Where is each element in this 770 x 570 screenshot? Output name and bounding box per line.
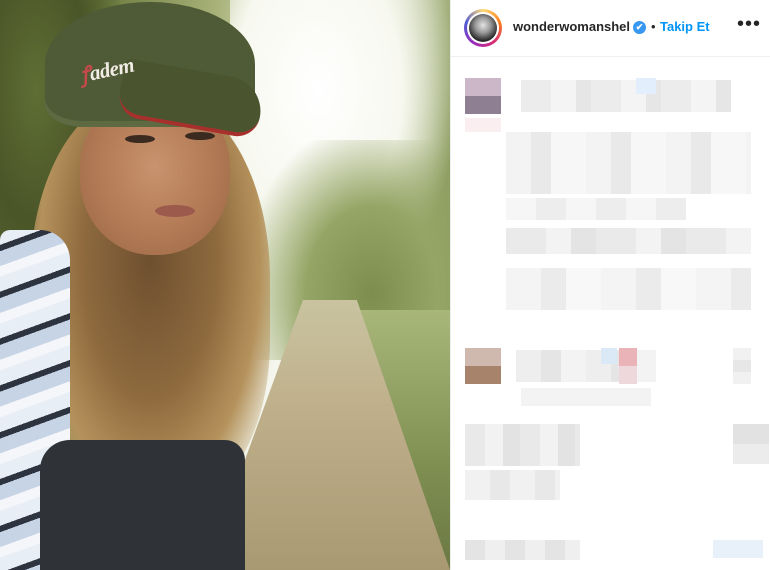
blurred-block xyxy=(619,348,637,366)
photo-shirt xyxy=(40,440,245,570)
follow-button[interactable]: Takip Et xyxy=(660,19,710,34)
separator-dot: • xyxy=(651,19,656,34)
blurred-comment-text xyxy=(506,198,686,220)
username-link[interactable]: wonderwomanshel xyxy=(513,19,630,34)
blurred-block xyxy=(601,348,617,364)
blurred-block xyxy=(713,540,763,558)
more-options-icon[interactable]: ••• xyxy=(737,13,761,36)
blurred-block xyxy=(733,424,769,464)
post-photo[interactable]: ꝭadem xyxy=(0,0,450,570)
blurred-comment-text xyxy=(506,132,751,194)
avatar-inner xyxy=(467,12,499,44)
photo-eye-right xyxy=(185,132,215,140)
blurred-block xyxy=(636,78,656,94)
comment-avatar[interactable] xyxy=(465,78,501,114)
verified-badge-icon: ✔ xyxy=(633,21,646,34)
blurred-comment-text xyxy=(506,268,751,310)
comment-avatar[interactable] xyxy=(465,348,501,384)
blurred-block xyxy=(733,348,751,384)
blurred-block xyxy=(465,118,501,132)
photo-lips xyxy=(155,205,195,217)
blurred-comment-text xyxy=(521,80,731,112)
blurred-comment-text xyxy=(465,540,580,560)
avatar-image xyxy=(469,14,497,42)
blurred-comment-text xyxy=(521,388,651,406)
post-header: wonderwomanshel ✔ • Takip Et ••• xyxy=(451,0,770,57)
blurred-block xyxy=(619,366,637,384)
blurred-comment-text xyxy=(465,470,560,500)
blurred-comment-text xyxy=(506,228,751,254)
photo-eye-left xyxy=(125,135,155,143)
post-side-panel: wonderwomanshel ✔ • Takip Et ••• xyxy=(450,0,770,570)
profile-avatar[interactable] xyxy=(464,9,502,47)
blurred-comment-text xyxy=(465,424,580,466)
